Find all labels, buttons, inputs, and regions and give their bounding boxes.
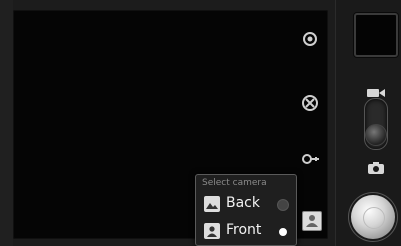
last-photo-thumbnail[interactable] — [354, 13, 398, 57]
left-bezel — [0, 0, 13, 246]
camera-select-menu: Select camera Back Front — [195, 174, 297, 246]
mode-switch[interactable] — [359, 80, 393, 176]
mode-switch-knob[interactable] — [365, 124, 387, 146]
white-balance-icon[interactable] — [299, 92, 321, 114]
photo-mode-icon — [366, 160, 386, 174]
settings-icon[interactable] — [299, 28, 321, 50]
menu-title: Select camera — [202, 178, 267, 188]
video-mode-icon — [366, 84, 386, 97]
shutter-button[interactable] — [351, 195, 395, 239]
back-radio[interactable] — [277, 199, 289, 211]
camera-select-icon[interactable] — [302, 211, 322, 231]
camera-option-front[interactable]: Front — [200, 219, 292, 243]
back-label: Back — [226, 195, 260, 211]
camera-option-back[interactable]: Back — [200, 192, 292, 216]
landscape-icon — [204, 196, 220, 212]
portrait-icon — [204, 223, 220, 239]
front-label: Front — [226, 222, 262, 238]
front-radio[interactable] — [279, 228, 287, 236]
zoom-icon[interactable] — [299, 148, 321, 170]
shutter-ring — [363, 207, 385, 229]
